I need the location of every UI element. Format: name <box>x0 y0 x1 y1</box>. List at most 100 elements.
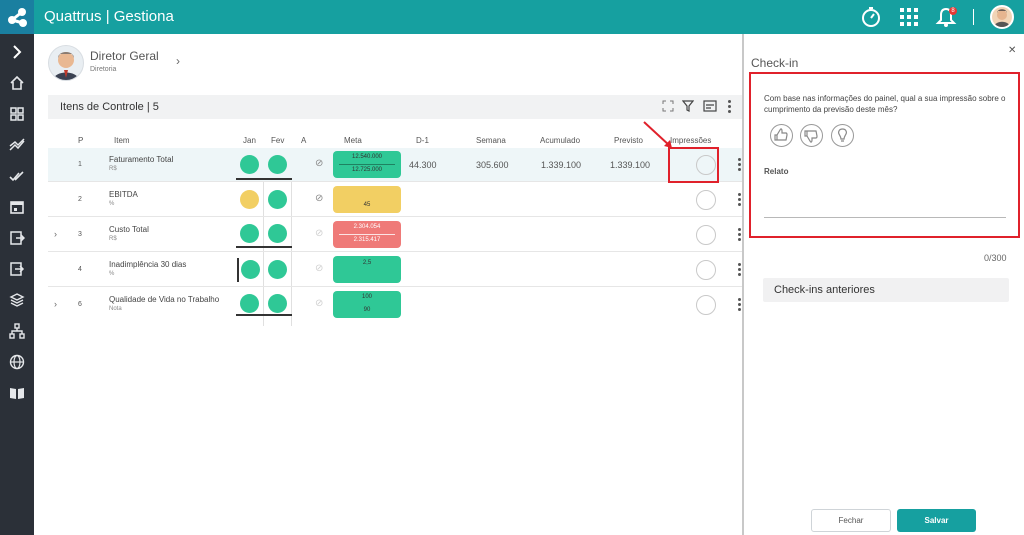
current-month-underline <box>236 246 292 248</box>
row-item-unit: R$ <box>109 166 117 172</box>
status-dot-jan <box>240 294 259 313</box>
close-button[interactable]: Fechar <box>811 509 891 532</box>
home-icon[interactable] <box>9 75 25 91</box>
status-dot-jan <box>240 224 259 243</box>
close-icon[interactable]: ✕ <box>1008 45 1016 56</box>
previous-checkins-section[interactable]: Check-ins anteriores <box>763 278 1009 302</box>
export-icon[interactable] <box>9 230 25 246</box>
relato-label: Relato <box>764 167 789 176</box>
row-item-unit: % <box>109 201 115 207</box>
col-header-semana: Semana <box>476 136 506 145</box>
previous-checkins-label: Check-ins anteriores <box>774 284 875 296</box>
row-item-name: Inadimplência 30 dias <box>109 260 187 269</box>
stopwatch-icon[interactable] <box>860 6 882 28</box>
checkin-title: Check-in <box>751 56 799 70</box>
impression-face-icon[interactable] <box>696 260 716 280</box>
meta-box: 45 <box>333 186 401 213</box>
calendar-icon[interactable] <box>9 199 25 215</box>
char-counter: 0/300 <box>984 253 1007 263</box>
double-check-icon[interactable] <box>9 168 25 184</box>
attachment-icon[interactable]: ⊘ <box>315 263 323 274</box>
meta-target: 12.540.000 <box>351 154 383 160</box>
trend-icon[interactable] <box>9 137 25 153</box>
meta-target: 45 <box>363 202 371 208</box>
attachment-icon[interactable]: ⊘ <box>315 193 323 204</box>
expand-row-icon[interactable]: › <box>54 299 57 309</box>
current-month-underline <box>236 178 292 180</box>
impression-face-icon[interactable] <box>696 190 716 210</box>
relato-input[interactable] <box>764 217 1006 218</box>
dashboard-icon[interactable] <box>9 106 25 122</box>
row-item-name: Faturamento Total <box>109 155 174 164</box>
meta-forecast: 12.725.000 <box>351 167 383 173</box>
status-dot-fev <box>268 260 287 279</box>
save-button[interactable]: Salvar <box>897 509 976 532</box>
row-priority: 6 <box>78 301 82 308</box>
table-row[interactable]: 1 Faturamento Total R$ ⊘ 12.540.000 12.7… <box>48 148 742 182</box>
layers-icon[interactable] <box>9 292 25 308</box>
user-avatar[interactable] <box>990 5 1014 29</box>
notification-badge: 8 <box>949 7 957 15</box>
table-row[interactable]: › 6 Qualidade de Vida no Trabalho Nota ⊘… <box>48 288 742 322</box>
panel-header: Itens de Controle | 5 <box>48 95 742 119</box>
meta-forecast: 2.315.417 <box>353 237 381 243</box>
col-header-fev: Fev <box>271 136 285 145</box>
row-item-unit: Nota <box>109 306 122 312</box>
thumbs-down-icon[interactable] <box>800 124 823 147</box>
org-chart-icon[interactable] <box>9 323 25 339</box>
status-dot-fev <box>268 190 287 209</box>
logo-icon <box>8 8 27 27</box>
card-view-icon[interactable] <box>703 100 717 112</box>
impression-highlight-box <box>668 147 719 183</box>
lightbulb-icon[interactable] <box>831 124 854 147</box>
attachment-icon[interactable]: ⊘ <box>315 158 323 169</box>
globe-icon[interactable] <box>9 354 25 370</box>
table-row[interactable]: › 3 Custo Total R$ ⊘ 2.304.054 2.315.417 <box>48 218 742 252</box>
col-header-a: A <box>301 136 307 145</box>
row-previsto: 1.339.100 <box>610 160 651 170</box>
attachment-icon[interactable]: ⊘ <box>315 228 323 239</box>
app-title: Quattrus | Gestiona <box>44 8 174 25</box>
expand-chevron-icon[interactable] <box>9 44 25 60</box>
impression-face-icon[interactable] <box>696 225 716 245</box>
status-dot-jan <box>240 190 259 209</box>
attachment-icon[interactable]: ⊘ <box>315 298 323 309</box>
row-d1: 44.300 <box>409 160 437 170</box>
table-row[interactable]: 4 Inadimplência 30 dias % ⊘ 2,5 <box>48 253 742 287</box>
notifications-bell-icon[interactable]: 8 <box>935 6 957 28</box>
app-logo[interactable] <box>0 0 34 34</box>
profile-chevron-icon[interactable]: › <box>176 54 180 68</box>
fullscreen-icon[interactable] <box>662 100 674 112</box>
status-dot-jan <box>241 260 260 279</box>
profile-header: Diretor Geral Diretoria › <box>48 45 348 85</box>
row-priority: 2 <box>78 196 82 203</box>
checkin-question: Com base nas informações do painel, qual… <box>764 94 1006 114</box>
logout-icon[interactable] <box>9 261 25 277</box>
col-header-p: P <box>78 136 84 145</box>
status-dot-jan <box>240 155 259 174</box>
table-row[interactable]: 2 EBITDA % ⊘ 45 <box>48 183 742 217</box>
row-item-name: Qualidade de Vida no Trabalho <box>109 295 220 304</box>
filter-icon[interactable] <box>682 100 694 112</box>
row-item-unit: % <box>109 271 115 277</box>
apps-grid-icon[interactable] <box>898 6 920 28</box>
row-priority: 1 <box>78 161 82 168</box>
col-header-item: Item <box>114 136 130 145</box>
status-dot-fev <box>268 224 287 243</box>
profile-subtitle: Diretoria <box>90 66 117 73</box>
meta-box: 12.540.000 12.725.000 <box>333 151 401 178</box>
expand-row-icon[interactable]: › <box>54 229 57 239</box>
status-dot-fev <box>268 155 287 174</box>
meta-target: 100 <box>361 294 372 300</box>
thumbs-up-icon[interactable] <box>770 124 793 147</box>
current-month-underline <box>236 314 292 316</box>
impression-face-icon[interactable] <box>696 295 716 315</box>
profile-avatar <box>48 45 84 81</box>
row-acumulado: 1.339.100 <box>541 160 582 170</box>
panel-menu-icon[interactable] <box>728 100 732 114</box>
meta-target: 2.304.054 <box>353 224 381 230</box>
sidebar <box>0 34 34 535</box>
row-priority: 4 <box>78 266 82 273</box>
book-icon[interactable] <box>9 385 25 401</box>
checkin-form-highlight: Com base nas informações do painel, qual… <box>749 72 1020 238</box>
